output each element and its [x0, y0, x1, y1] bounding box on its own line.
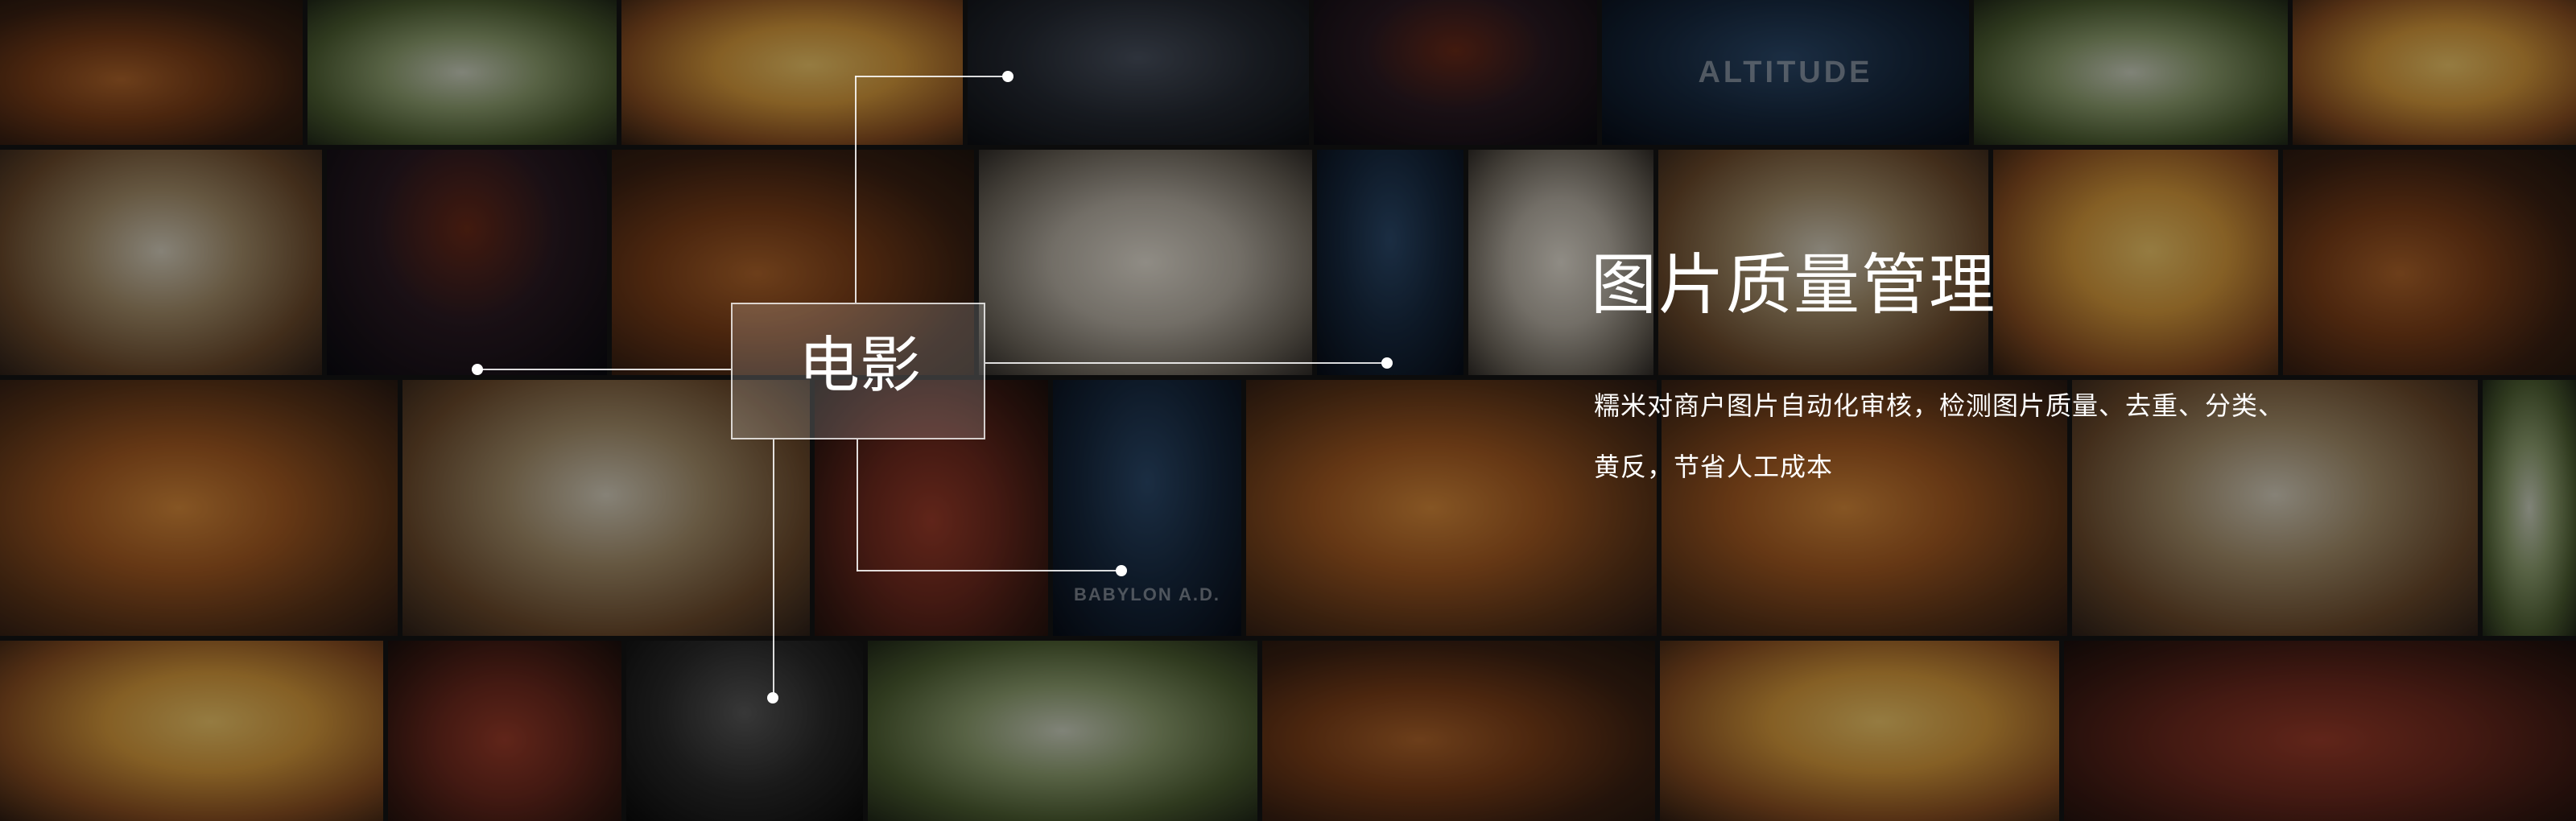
connector-line: [985, 362, 1388, 364]
connector-dot: [472, 364, 483, 375]
connector-dot: [767, 692, 778, 703]
connector-line: [857, 570, 1122, 571]
connector-line: [855, 76, 1008, 77]
feature-description: 糯米对商户图片自动化审核，检测图片质量、去重、分类、黄反，节省人工成本: [1594, 390, 2285, 482]
feature-title: 图片质量管理: [1591, 247, 1997, 324]
category-label-text: 电影: [799, 329, 921, 401]
connector-dot: [1116, 565, 1127, 576]
connector-dot: [1002, 71, 1013, 82]
connector-line: [857, 439, 858, 571]
connector-line: [773, 439, 774, 697]
connector-dot: [1381, 357, 1393, 369]
connector-line: [855, 76, 857, 303]
category-label-box[interactable]: 电影: [731, 303, 985, 439]
connector-line: [478, 369, 731, 370]
